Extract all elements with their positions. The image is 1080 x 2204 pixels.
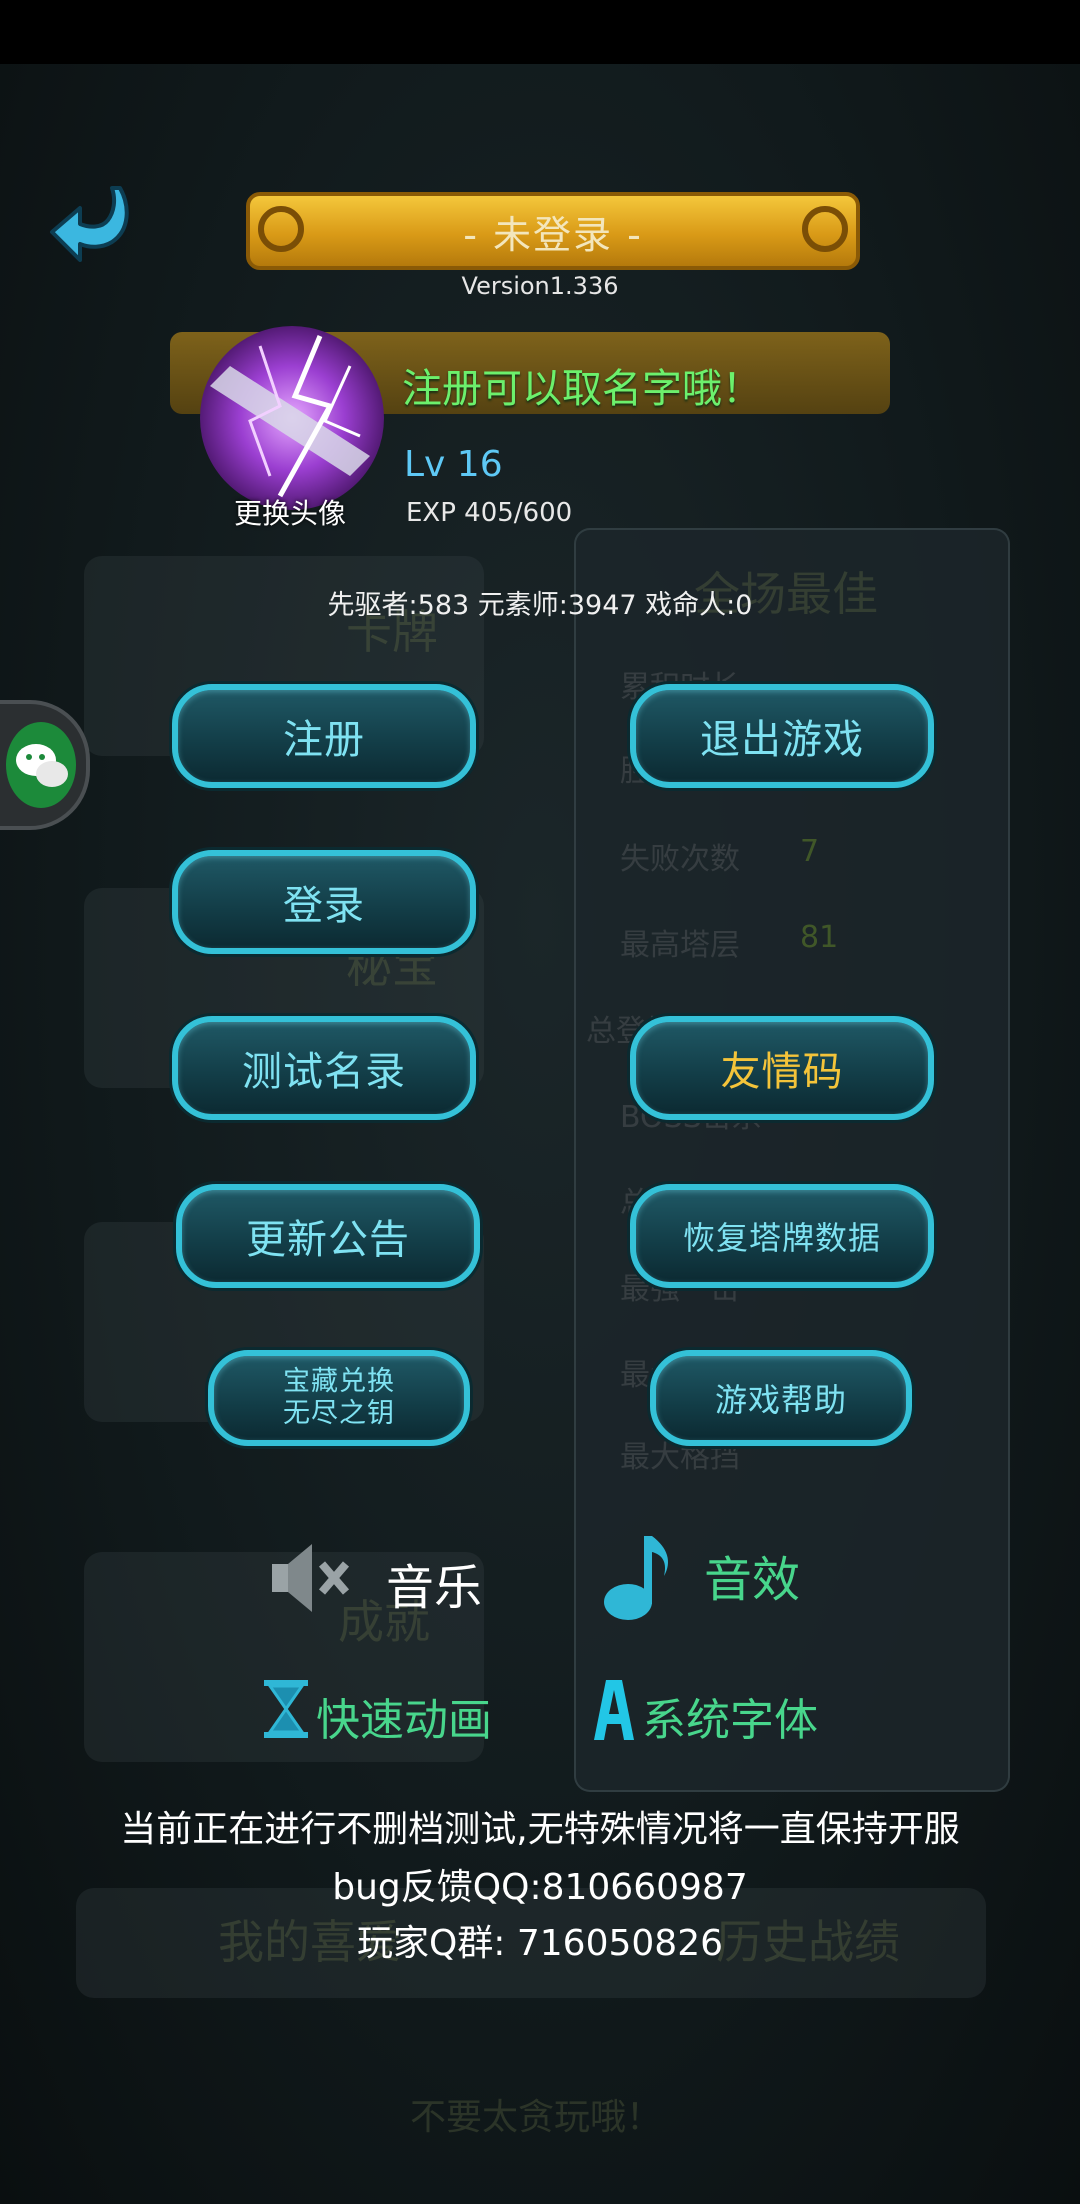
wechat-icon (6, 722, 76, 808)
exit-game-button[interactable]: 退出游戏 (630, 684, 934, 788)
sound-effects-toggle-label[interactable]: 音效 (704, 1540, 800, 1610)
music-toggle-label[interactable]: 音乐 (386, 1548, 482, 1618)
stat-row-value: 7 (800, 834, 820, 869)
banner-ornament-left (258, 206, 304, 252)
version-label: Version1.336 (461, 272, 619, 300)
title-banner: - 未登录 - (246, 192, 860, 270)
restore-data-button[interactable]: 恢复塔牌数据 (630, 1184, 934, 1288)
lightning-avatar-icon (210, 335, 370, 498)
page-title: - 未登录 - (463, 212, 643, 257)
music-note-icon[interactable] (598, 1530, 678, 1624)
stat-row-label: 失败次数 (620, 842, 740, 877)
bg-footer-text: 不要太贪玩哦！ (410, 2097, 663, 2138)
register-button[interactable]: 注册 (172, 684, 476, 788)
level-label: Lv 16 (404, 444, 503, 485)
game-help-button[interactable]: 游戏帮助 (650, 1350, 912, 1446)
class-stats-line: 先驱者:583 元素师:3947 戏命人:0 (327, 590, 753, 621)
treasure-exchange-line2: 无尽之钥 (283, 1398, 395, 1429)
music-muted-icon[interactable] (268, 1540, 354, 1616)
test-list-button[interactable]: 测试名录 (172, 1016, 476, 1120)
treasure-exchange-button[interactable]: 宝藏兑换 无尽之钥 (208, 1350, 470, 1446)
stat-row-label: 最高塔层 (620, 928, 740, 963)
font-a-icon[interactable] (594, 1680, 634, 1740)
update-notice-button[interactable]: 更新公告 (176, 1184, 480, 1288)
change-avatar-label[interactable]: 更换头像 (210, 492, 370, 532)
exp-label: EXP 405/600 (406, 498, 573, 528)
register-hint-text: 注册可以取名字哦！ (402, 366, 762, 412)
treasure-exchange-line1: 宝藏兑换 (283, 1366, 395, 1397)
friend-code-button[interactable]: 友情码 (630, 1016, 934, 1120)
banner-ornament-right (802, 206, 848, 252)
stat-row-value: 81 (800, 920, 839, 955)
hourglass-icon[interactable] (262, 1680, 310, 1738)
notice-line-test: 当前正在进行不删档测试,无特殊情况将一直保持开服 (120, 1809, 960, 1850)
system-font-toggle-label[interactable]: 系统字体 (642, 1684, 818, 1748)
avatar[interactable] (200, 326, 384, 510)
notice-line-bug-qq: bug反馈QQ:810660987 (332, 1867, 748, 1908)
fast-animation-toggle-label[interactable]: 快速动画 (316, 1684, 492, 1748)
status-bar (0, 0, 1080, 64)
notice-line-player-group: 玩家Q群: 716050826 (356, 1923, 724, 1964)
login-button[interactable]: 登录 (172, 850, 476, 954)
back-arrow-icon[interactable] (46, 178, 136, 278)
